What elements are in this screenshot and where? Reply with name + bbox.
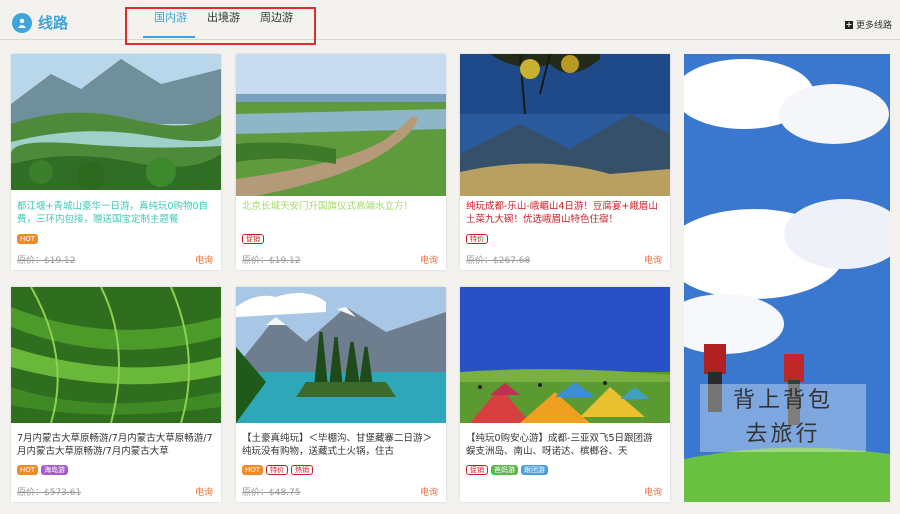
card-title[interactable]: 7月内蒙古大草原畅游/7月内蒙古大草原畅游/7月内蒙古大草原畅游/7月内蒙古大草 <box>17 432 216 458</box>
card-tags: 促销 <box>242 234 264 244</box>
section-title: 线路 <box>38 14 69 32</box>
original-price: 原价：$19.12 <box>242 256 301 266</box>
card-photo-lake-island <box>236 287 446 423</box>
route-card[interactable]: 【纯玩0购安心游】成都-三亚双飞5日跟团游 蜈支洲岛、南山、呀诺达、槟榔谷、天 … <box>460 287 670 502</box>
inquire-link[interactable]: 电询 <box>644 485 662 498</box>
tag-island-tour: 海岛游 <box>41 465 69 475</box>
brand: 线路 <box>12 12 68 33</box>
card-photo-mountain-tree <box>460 54 670 196</box>
original-price: 原价：$48.75 <box>242 488 301 498</box>
route-card[interactable]: 7月内蒙古大草原畅游/7月内蒙古大草原畅游/7月内蒙古大草原畅游/7月内蒙古大草… <box>11 287 221 502</box>
tag-special-price: 特价 <box>466 234 488 244</box>
tag-hot-sale: 热销 <box>291 465 314 475</box>
route-card[interactable]: 北京长城天安门升国旗仪式高端水立方！ 促销 原价：$19.12 电询 <box>236 54 446 270</box>
card-title[interactable]: 【土豪真纯玩】＜毕棚沟、甘堡藏寨二日游＞纯玩没有购物，送藏式土火锅，住古 <box>242 432 441 458</box>
tag-hot: HOT <box>17 465 39 475</box>
plus-icon: + <box>844 19 853 29</box>
more-routes-link[interactable]: + 更多线路 <box>844 18 892 31</box>
inquire-link[interactable]: 电询 <box>420 485 438 498</box>
inquire-link[interactable]: 电询 <box>644 253 662 266</box>
route-icon <box>12 12 32 33</box>
card-tags: 促销 爸妈游 跟团游 <box>466 465 548 475</box>
card-tags: HOT 特价 热销 <box>242 465 314 475</box>
original-price: 原价：$573.61 <box>17 488 82 498</box>
card-tags: HOT <box>17 234 39 244</box>
card-photo-mountain-river <box>11 54 221 190</box>
card-tags: HOT 海岛游 <box>17 465 69 475</box>
section-header: 线路 国内游 出境游 周边游 + 更多线路 <box>0 0 900 45</box>
tab-nearby[interactable]: 周边游 <box>260 9 293 25</box>
banner-line-1: 背上背包 <box>732 388 833 413</box>
inquire-link[interactable]: 电询 <box>420 253 438 266</box>
tag-hot: HOT <box>17 234 39 244</box>
card-photo-green-grass <box>11 287 221 423</box>
route-card[interactable]: 都江堰+青城山豪华一日游，真纯玩0购物0自费，三环内包接，赠送国宝定制主题餐 H… <box>11 54 221 270</box>
tag-promotion: 促销 <box>466 465 488 475</box>
tag-promotion: 促销 <box>242 234 264 244</box>
tab-active-underline <box>143 36 195 38</box>
banner-slogan: 背上背包 去旅行 <box>700 384 866 452</box>
route-card[interactable]: 纯玩成都-乐山-峨嵋山4日游！豆腐宴+峨眉山土菜九大碗！优选峨眉山特色住宿！ 特… <box>460 54 670 270</box>
card-title[interactable]: 纯玩成都-乐山-峨嵋山4日游！豆腐宴+峨眉山土菜九大碗！优选峨眉山特色住宿！ <box>466 200 665 226</box>
inquire-link[interactable]: 电询 <box>195 253 213 266</box>
original-price: 原价：$19.12 <box>17 256 76 266</box>
page: 线路 国内游 出境游 周边游 + 更多线路 都江堰+青城山豪华一日游，真纯玩0购… <box>0 0 900 514</box>
tag-parents-tour: 爸妈游 <box>491 465 518 475</box>
card-title[interactable]: 都江堰+青城山豪华一日游，真纯玩0购物0自费，三环内包接，赠送国宝定制主题餐 <box>17 200 216 226</box>
route-card[interactable]: 【土豪真纯玩】＜毕棚沟、甘堡藏寨二日游＞纯玩没有购物，送藏式土火锅，住古 HOT… <box>236 287 446 502</box>
promo-banner[interactable]: 背上背包 去旅行 <box>684 54 890 502</box>
tag-special-price: 特价 <box>266 465 289 475</box>
card-photo-camping-tents <box>460 287 670 423</box>
inquire-link[interactable]: 电询 <box>195 485 213 498</box>
card-tags: 特价 <box>466 234 488 244</box>
more-routes-label: 更多线路 <box>855 21 892 31</box>
tag-hot: HOT <box>242 465 264 475</box>
card-title[interactable]: 【纯玩0购安心游】成都-三亚双飞5日跟团游 蜈支洲岛、南山、呀诺达、槟榔谷、天 <box>466 432 665 458</box>
banner-line-2: 去旅行 <box>745 422 821 447</box>
tag-group-tour: 跟团游 <box>521 465 548 475</box>
card-photo-grassland-boardwalk <box>236 54 446 196</box>
tab-domestic[interactable]: 国内游 <box>154 9 187 25</box>
card-title[interactable]: 北京长城天安门升国旗仪式高端水立方！ <box>242 200 441 226</box>
original-price: 原价：$267.68 <box>466 256 531 266</box>
tab-outbound[interactable]: 出境游 <box>207 9 240 25</box>
